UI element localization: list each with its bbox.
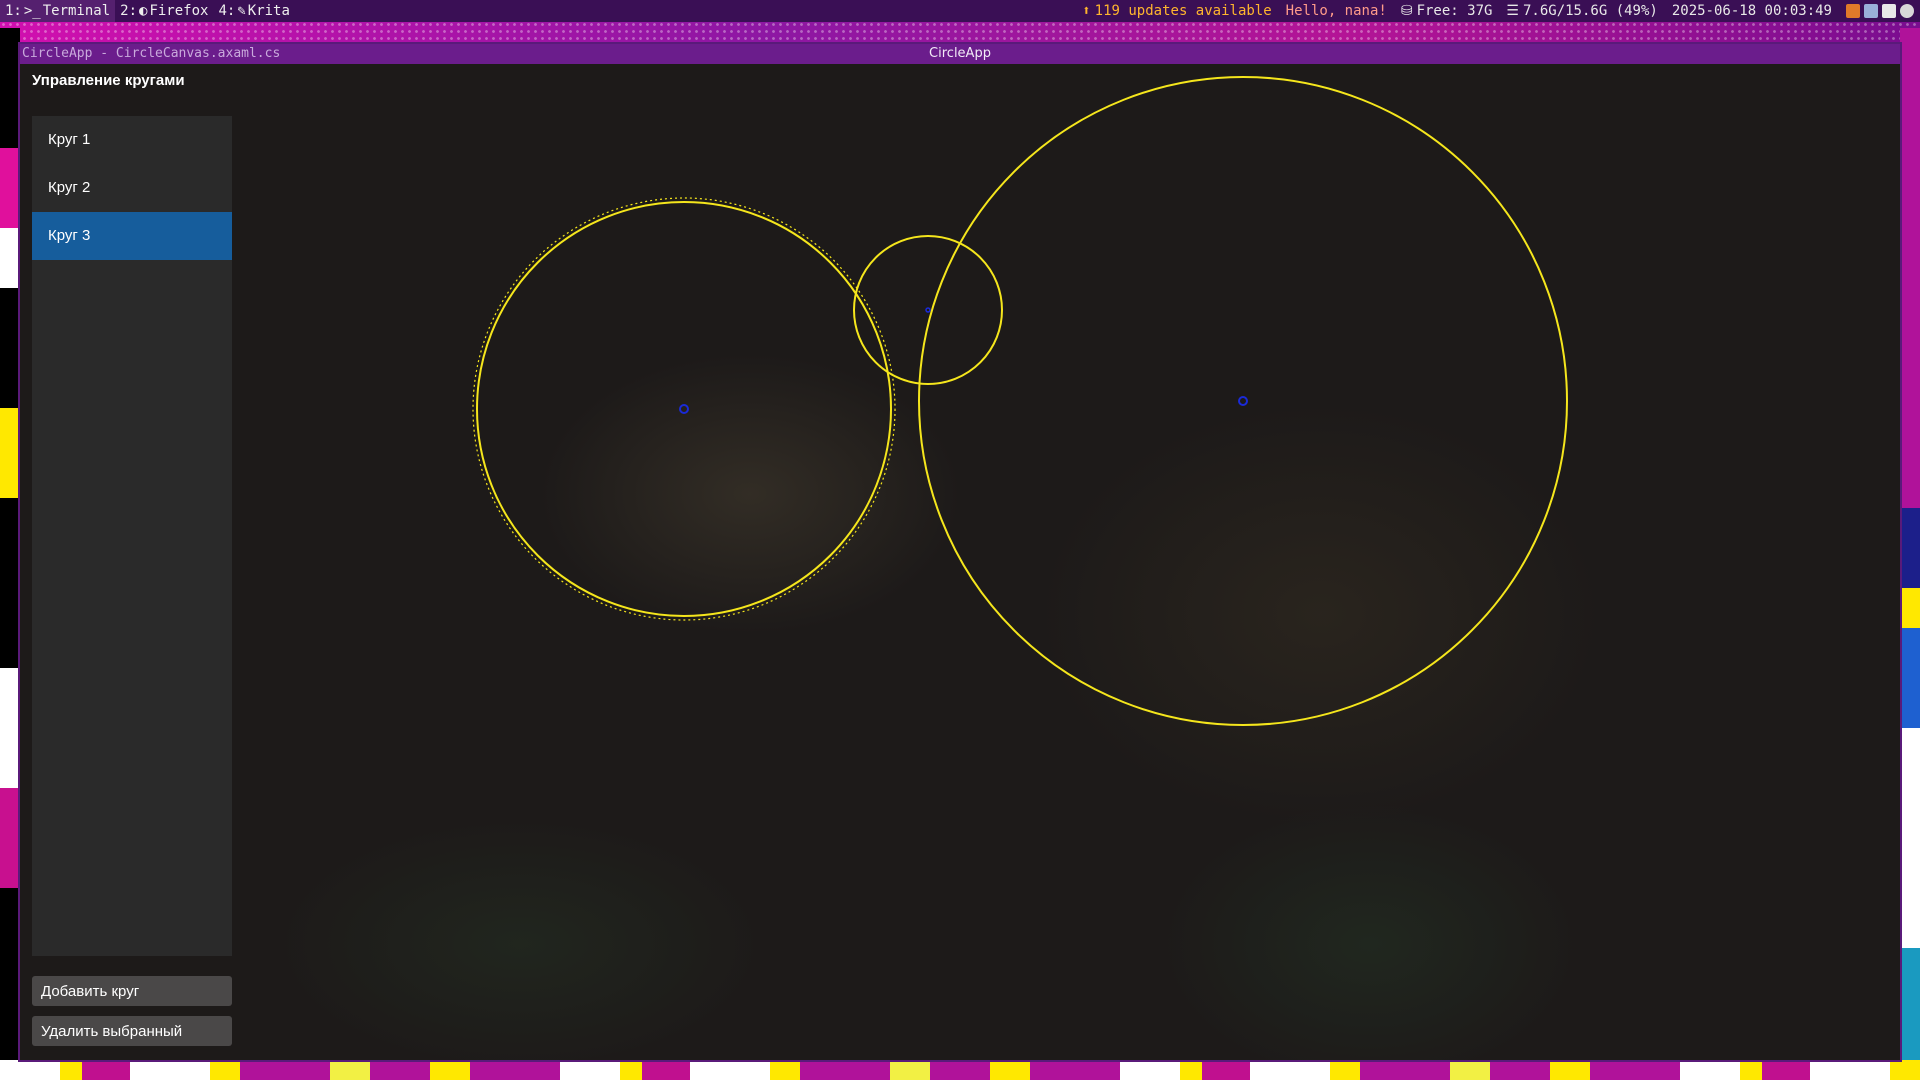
disk-icon: ⛁ — [1400, 3, 1413, 19]
terminal-icon: >_ — [23, 3, 41, 19]
circle-2[interactable] — [853, 235, 1003, 385]
list-item-circle-1[interactable]: Круг 1 — [32, 116, 232, 164]
workspace-label: Firefox — [149, 3, 209, 19]
system-tray — [1846, 4, 1914, 18]
circle-1-selection-outline — [472, 197, 896, 621]
status-area: ⬆ 119 updates available Hello, nana! ⛁ Fre… — [1082, 3, 1920, 19]
circle-2-center[interactable] — [925, 307, 931, 313]
window-titlebar[interactable]: CircleApp - CircleCanvas.axaml.cs Circle… — [20, 44, 1900, 64]
disk-text: Free: 37G — [1416, 3, 1493, 19]
update-icon: ⬆ — [1082, 3, 1091, 19]
list-item-circle-2[interactable]: Круг 2 — [32, 164, 232, 212]
workspace-firefox[interactable]: 2: ◐ Firefox — [115, 0, 213, 22]
wallpaper-right-strip — [1900, 28, 1920, 1080]
workspace-krita[interactable]: 4: ✎ Krita — [213, 0, 294, 22]
circleapp-window: CircleApp - CircleCanvas.axaml.cs Circle… — [20, 44, 1900, 1060]
updates-indicator[interactable]: ⬆ 119 updates available — [1082, 3, 1271, 19]
greeting-text: Hello, nana! — [1285, 3, 1387, 19]
tray-app-icon[interactable] — [1846, 4, 1860, 18]
circle-canvas[interactable] — [20, 64, 1900, 1060]
panel-title: Управление кругами — [32, 72, 185, 89]
tray-window-icon[interactable] — [1864, 4, 1878, 18]
workspace-label: Krita — [247, 3, 290, 19]
disk-indicator: ⛁ Free: 37G — [1401, 3, 1493, 19]
wallpaper-left-strip — [0, 28, 20, 1080]
workspace-number: 2: — [120, 3, 138, 19]
workspace-list: 1: >_ Terminal 2: ◐ Firefox 4: ✎ Krita — [0, 0, 295, 22]
memory-icon: ☰ — [1506, 3, 1519, 19]
top-status-bar: 1: >_ Terminal 2: ◐ Firefox 4: ✎ Krita ⬆… — [0, 0, 1920, 22]
circle-list[interactable]: Круг 1 Круг 2 Круг 3 — [32, 116, 232, 956]
workspace-number: 1: — [5, 3, 22, 19]
clock: 2025-06-18 00:03:49 — [1671, 3, 1832, 19]
window-title: CircleApp — [929, 46, 991, 61]
circle-1[interactable] — [476, 201, 892, 617]
workspace-terminal[interactable]: 1: >_ Terminal — [0, 0, 116, 22]
list-item-circle-3[interactable]: Круг 3 — [32, 212, 232, 260]
circle-1-center[interactable] — [679, 404, 689, 414]
wallpaper-bottom-strip — [0, 1060, 1920, 1080]
memory-indicator: ☰ 7.6G/15.6G (49%) — [1506, 3, 1657, 19]
add-circle-button[interactable]: Добавить круг — [32, 976, 232, 1006]
workspace-label: Terminal — [42, 3, 111, 19]
workspace-number: 4: — [218, 3, 236, 19]
updates-text: 119 updates available — [1094, 3, 1272, 19]
circle-3[interactable] — [918, 76, 1568, 726]
circle-3-center[interactable] — [1238, 396, 1248, 406]
window-content: Управление кругами Круг 1 Круг 2 Круг 3 … — [20, 64, 1900, 1060]
settings-tray-icon[interactable] — [1900, 4, 1914, 18]
krita-icon: ✎ — [237, 3, 246, 19]
telegram-icon[interactable] — [1882, 4, 1896, 18]
delete-selected-button[interactable]: Удалить выбранный — [32, 1016, 232, 1046]
memory-text: 7.6G/15.6G (49%) — [1522, 3, 1658, 19]
firefox-icon: ◐ — [139, 3, 148, 19]
